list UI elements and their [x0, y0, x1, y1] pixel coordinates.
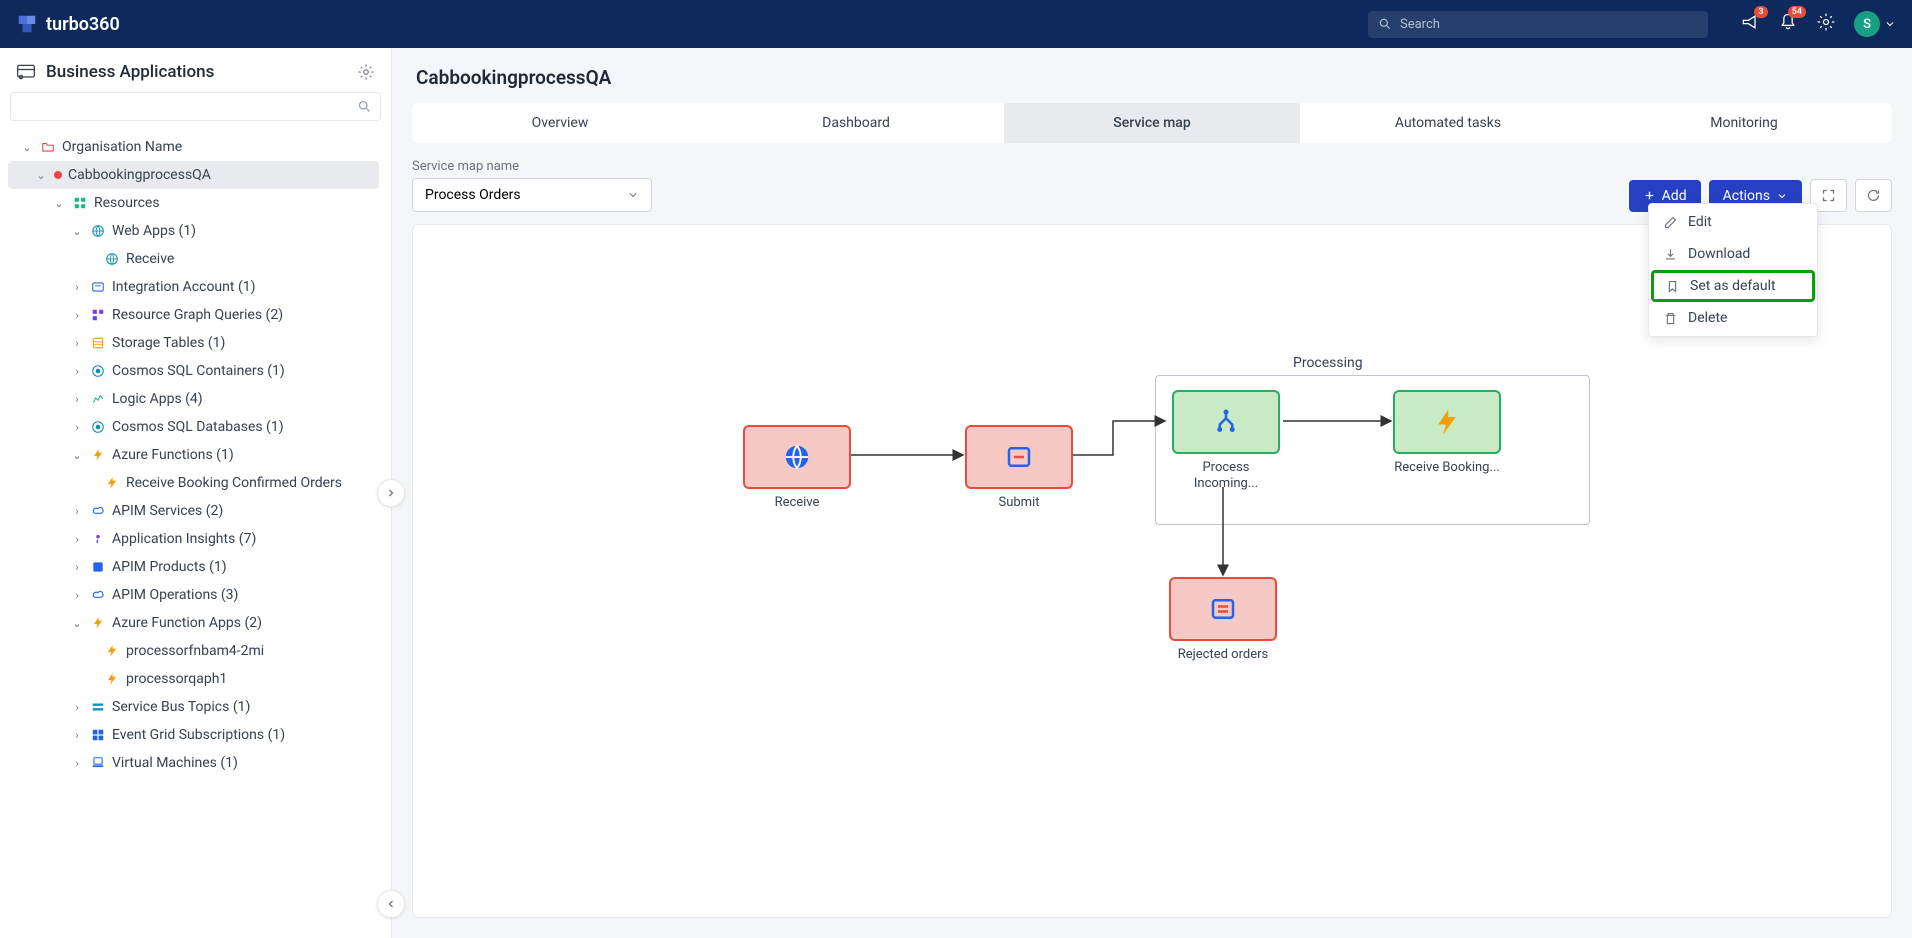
tree-item[interactable]: ›Storage Tables (1) — [8, 329, 379, 357]
bookmark-icon — [1665, 279, 1680, 294]
action-delete[interactable]: Delete — [1649, 302, 1817, 334]
node-rejected-orders[interactable]: Rejected orders — [1169, 577, 1277, 663]
tree-item[interactable]: processorfnbam4-2mi — [8, 637, 379, 665]
settings-icon[interactable] — [1816, 12, 1836, 36]
avatar: S — [1854, 11, 1880, 37]
tab-monitoring[interactable]: Monitoring — [1596, 103, 1892, 143]
download-icon — [1663, 247, 1678, 262]
tree-item[interactable]: ›APIM Products (1) — [8, 553, 379, 581]
sidebar-toggle-bottom[interactable] — [377, 890, 405, 918]
tree-item[interactable]: ›Virtual Machines (1) — [8, 749, 379, 777]
servicemap-select-label: Service map name — [412, 159, 652, 174]
tree-org[interactable]: ⌄ Organisation Name — [8, 133, 379, 161]
global-search[interactable] — [1368, 11, 1708, 38]
sidebar-title: Business Applications — [46, 62, 214, 82]
servicemap-select[interactable]: Process Orders — [412, 178, 652, 212]
node-submit[interactable]: Submit — [965, 425, 1073, 511]
top-header: turbo360 3 54 S — [0, 0, 1912, 48]
tree-resources[interactable]: ⌄ Resources — [8, 189, 379, 217]
tab-overview[interactable]: Overview — [412, 103, 708, 143]
user-menu[interactable]: S — [1854, 11, 1896, 37]
apps-icon — [16, 62, 36, 82]
search-icon — [1378, 17, 1392, 31]
tabs: Overview Dashboard Service map Automated… — [412, 103, 1892, 143]
tab-automatedtasks[interactable]: Automated tasks — [1300, 103, 1596, 143]
tree-azurefunctionapps[interactable]: ⌄Azure Function Apps (2) — [8, 609, 379, 637]
actions-dropdown: Edit Download Set as default Delete — [1648, 203, 1818, 337]
chevron-down-icon — [1884, 18, 1896, 30]
announcements-badge: 3 — [1754, 6, 1768, 18]
search-icon — [357, 99, 372, 114]
tree-item[interactable]: ›Application Insights (7) — [8, 525, 379, 553]
action-edit[interactable]: Edit — [1649, 206, 1817, 238]
notifications-badge: 54 — [1788, 6, 1806, 18]
resource-tree[interactable]: ⌄ Organisation Name ⌄ CabbookingprocessQ… — [0, 129, 391, 938]
tree-item[interactable]: ›APIM Services (2) — [8, 497, 379, 525]
refresh-button[interactable] — [1855, 179, 1892, 212]
tree-item[interactable]: ›Cosmos SQL Containers (1) — [8, 357, 379, 385]
status-dot-error-icon — [54, 171, 62, 179]
tree-item[interactable]: ›Logic Apps (4) — [8, 385, 379, 413]
node-process-incoming[interactable]: Process Incoming... — [1171, 390, 1281, 493]
announcements-icon[interactable]: 3 — [1740, 12, 1760, 36]
action-download[interactable]: Download — [1649, 238, 1817, 270]
tree-item[interactable]: Receive Booking Confirmed Orders — [8, 469, 379, 497]
tree-item[interactable]: ›Cosmos SQL Databases (1) — [8, 413, 379, 441]
logo[interactable]: turbo360 — [16, 13, 120, 35]
brand-text: turbo360 — [46, 14, 120, 35]
tab-dashboard[interactable]: Dashboard — [708, 103, 1004, 143]
page-title: CabbookingprocessQA — [412, 48, 1892, 103]
sidebar: Business Applications ⌄ Organisation Nam… — [0, 48, 392, 938]
tree-item[interactable]: ›Resource Graph Queries (2) — [8, 301, 379, 329]
node-receive[interactable]: Receive — [743, 425, 851, 511]
node-receive-booking[interactable]: Receive Booking... — [1393, 390, 1501, 476]
chevron-down-icon — [627, 189, 639, 201]
tree-webapps[interactable]: ⌄ Web Apps (1) — [8, 217, 379, 245]
tree-app-selected[interactable]: ⌄ CabbookingprocessQA — [8, 161, 379, 189]
action-set-default[interactable]: Set as default — [1651, 270, 1815, 302]
trash-icon — [1663, 311, 1678, 326]
search-input[interactable] — [1400, 17, 1698, 32]
tree-item[interactable]: ›APIM Operations (3) — [8, 581, 379, 609]
tree-item[interactable]: ›Service Bus Topics (1) — [8, 693, 379, 721]
tree-receive[interactable]: Receive — [8, 245, 379, 273]
main-content: CabbookingprocessQA Overview Dashboard S… — [392, 48, 1912, 938]
chevron-down-icon — [1776, 190, 1788, 202]
tab-servicemap[interactable]: Service map — [1004, 103, 1300, 143]
sidebar-search-input[interactable] — [19, 99, 357, 114]
tree-item[interactable]: ›Event Grid Subscriptions (1) — [8, 721, 379, 749]
edit-icon — [1663, 215, 1678, 230]
tree-item[interactable]: ›Integration Account (1) — [8, 273, 379, 301]
expand-icon — [1821, 188, 1836, 203]
tree-item[interactable]: processorqaph1 — [8, 665, 379, 693]
sidebar-toggle-middle[interactable] — [377, 479, 405, 507]
brand-icon — [16, 13, 38, 35]
tree-azurefunctions[interactable]: ⌄Azure Functions (1) — [8, 441, 379, 469]
sidebar-search[interactable] — [10, 92, 381, 121]
refresh-icon — [1866, 188, 1881, 203]
notifications-icon[interactable]: 54 — [1778, 12, 1798, 36]
sidebar-settings-icon[interactable] — [357, 63, 375, 81]
